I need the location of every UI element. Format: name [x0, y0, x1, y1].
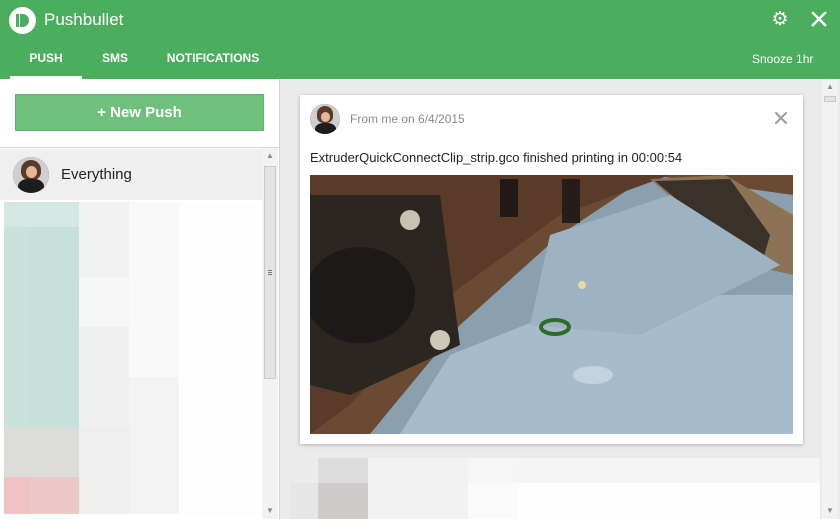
main-scrollbar[interactable]: ▲ ▼ [822, 79, 838, 519]
title-bar: Pushbullet ⚙ PUSH SMS NOTIFICATIONS Snoo… [0, 0, 840, 79]
snooze-button[interactable]: Snooze 1hr [752, 52, 813, 66]
tab-sms[interactable]: SMS [94, 44, 136, 79]
push-message: ExtruderQuickConnectClip_strip.gco finis… [310, 150, 683, 165]
push-image[interactable] [310, 175, 793, 434]
scroll-thumb[interactable] [824, 96, 836, 102]
pushbullet-logo-icon [9, 7, 36, 34]
scroll-down-arrow-icon[interactable]: ▼ [822, 503, 838, 519]
close-icon[interactable] [808, 8, 830, 30]
push-meta: From me on 6/4/2015 [350, 112, 465, 126]
app-title: Pushbullet [44, 10, 124, 29]
scroll-up-arrow-icon[interactable]: ▲ [262, 148, 278, 164]
push-card: From me on 6/4/2015 ExtruderQuickConnect… [300, 95, 803, 444]
sidebar: + New Push Everything ▲ ▼ [0, 79, 280, 519]
avatar [13, 157, 49, 193]
gear-icon[interactable]: ⚙ [770, 10, 790, 30]
close-icon[interactable] [774, 111, 788, 125]
tab-notifications[interactable]: NOTIFICATIONS [158, 44, 268, 79]
sidebar-item-label: Everything [61, 166, 132, 183]
tab-push[interactable]: PUSH [10, 44, 82, 79]
blurred-next-push [290, 458, 820, 519]
scroll-up-arrow-icon[interactable]: ▲ [822, 79, 838, 95]
divider [0, 147, 280, 148]
sidebar-item-everything[interactable]: Everything [0, 149, 262, 200]
blurred-contact-list [4, 202, 260, 514]
scroll-down-arrow-icon[interactable]: ▼ [262, 503, 278, 519]
avatar [310, 104, 340, 134]
scroll-thumb[interactable] [264, 166, 276, 379]
sidebar-scrollbar[interactable]: ▲ ▼ [262, 148, 278, 519]
new-push-button[interactable]: + New Push [15, 94, 264, 131]
